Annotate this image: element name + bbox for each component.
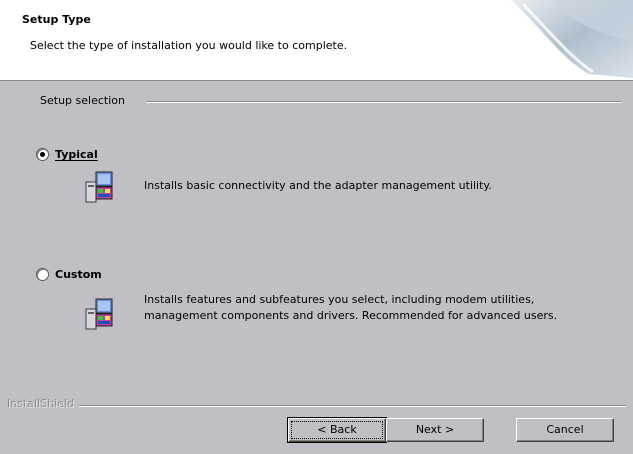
setup-computer-icon <box>85 298 113 330</box>
banner-graphic-icon <box>511 0 633 78</box>
radio-button-unselected[interactable] <box>36 268 49 281</box>
next-button[interactable]: Next > <box>386 418 484 442</box>
installshield-brand: InstallShield <box>8 398 79 411</box>
back-button[interactable]: < Back <box>287 417 387 443</box>
footer-divider <box>66 405 626 407</box>
radio-button-selected[interactable] <box>36 148 49 161</box>
radio-custom[interactable]: Custom <box>36 268 102 281</box>
page-subtitle: Select the type of installation you woul… <box>30 39 348 52</box>
radio-typical[interactable]: Typical <box>36 148 98 161</box>
cancel-button[interactable]: Cancel <box>516 418 614 442</box>
back-button-label: < Back <box>291 421 383 439</box>
radio-custom-label: Custom <box>55 268 102 281</box>
page-title: Setup Type <box>22 13 91 26</box>
typical-description: Installs basic connectivity and the adap… <box>144 179 492 192</box>
header-banner: Setup Type Select the type of installati… <box>0 0 633 81</box>
custom-description: Installs features and subfeatures you se… <box>144 293 558 322</box>
group-label: Setup selection <box>40 94 131 107</box>
group-divider <box>146 101 621 103</box>
radio-typical-label: Typical <box>55 148 98 161</box>
setup-computer-icon <box>85 171 113 203</box>
